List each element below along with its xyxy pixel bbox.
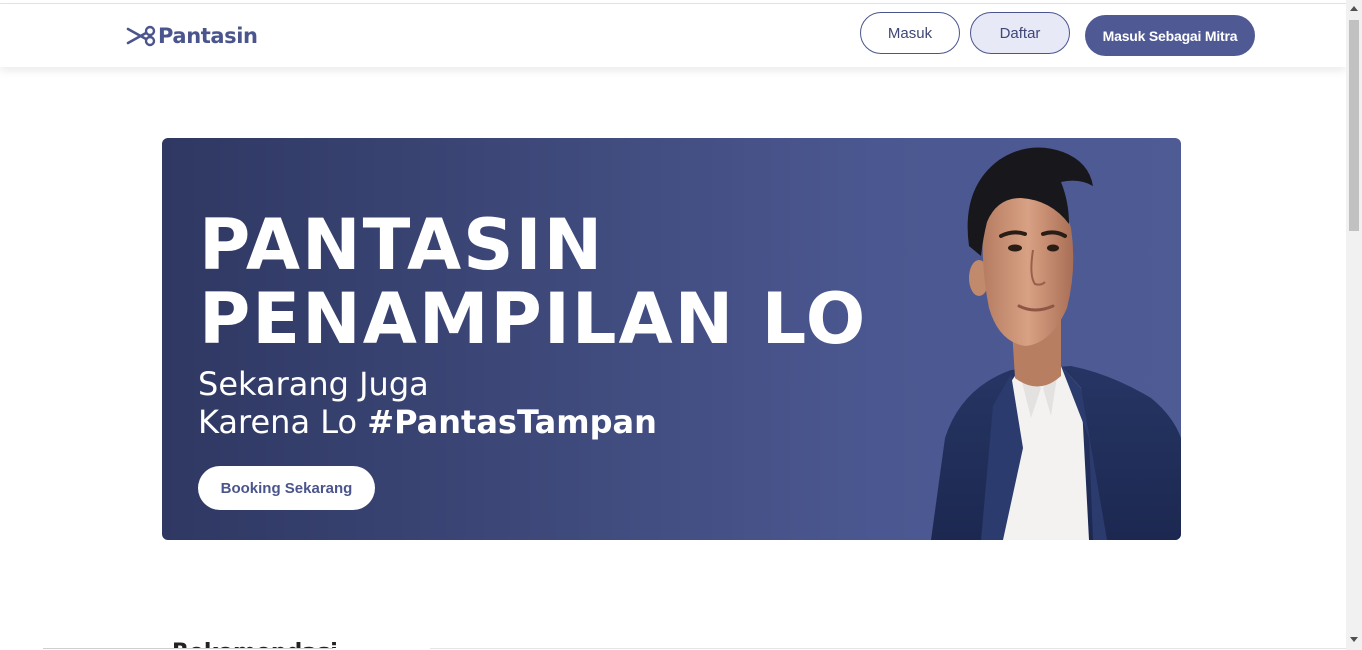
hero-hashtag: #PantasTampan xyxy=(367,403,657,441)
booking-button[interactable]: Booking Sekarang xyxy=(198,466,375,510)
hero-title-line1: PANTASIN xyxy=(199,204,605,286)
scroll-thumb[interactable] xyxy=(1349,20,1359,231)
hero-subtitle: Sekarang Juga Karena Lo #PantasTampan xyxy=(198,365,657,441)
scissors-icon xyxy=(126,24,157,48)
hero-title-line2: PENAMPILAN LO xyxy=(199,278,868,360)
hero-subtitle-prefix: Karena Lo xyxy=(198,403,368,441)
hero-title: PANTASIN PENAMPILAN LO xyxy=(199,208,867,356)
register-button[interactable]: Daftar xyxy=(970,12,1070,54)
hero-subtitle-line2: Karena Lo #PantasTampan xyxy=(198,403,657,441)
divider-line xyxy=(430,648,1346,649)
hero-model-image xyxy=(911,138,1181,540)
hero-banner: PANTASIN PENAMPILAN LO Sekarang Juga Kar… xyxy=(162,138,1181,540)
brand-name: Pantasin xyxy=(158,24,258,48)
partner-login-button[interactable]: Masuk Sebagai Mitra xyxy=(1085,15,1255,56)
hero-subtitle-line1: Sekarang Juga xyxy=(198,365,429,403)
divider-line xyxy=(43,648,333,649)
page: Pantasin Masuk Daftar Masuk Sebagai Mitr… xyxy=(0,0,1346,650)
scroll-up-arrow-icon[interactable] xyxy=(1350,6,1358,11)
navbar: Pantasin Masuk Daftar Masuk Sebagai Mitr… xyxy=(0,4,1346,67)
login-button[interactable]: Masuk xyxy=(860,12,960,54)
brand-logo[interactable]: Pantasin xyxy=(126,23,258,49)
vertical-scrollbar[interactable] xyxy=(1346,0,1362,650)
scroll-down-arrow-icon[interactable] xyxy=(1350,637,1358,642)
